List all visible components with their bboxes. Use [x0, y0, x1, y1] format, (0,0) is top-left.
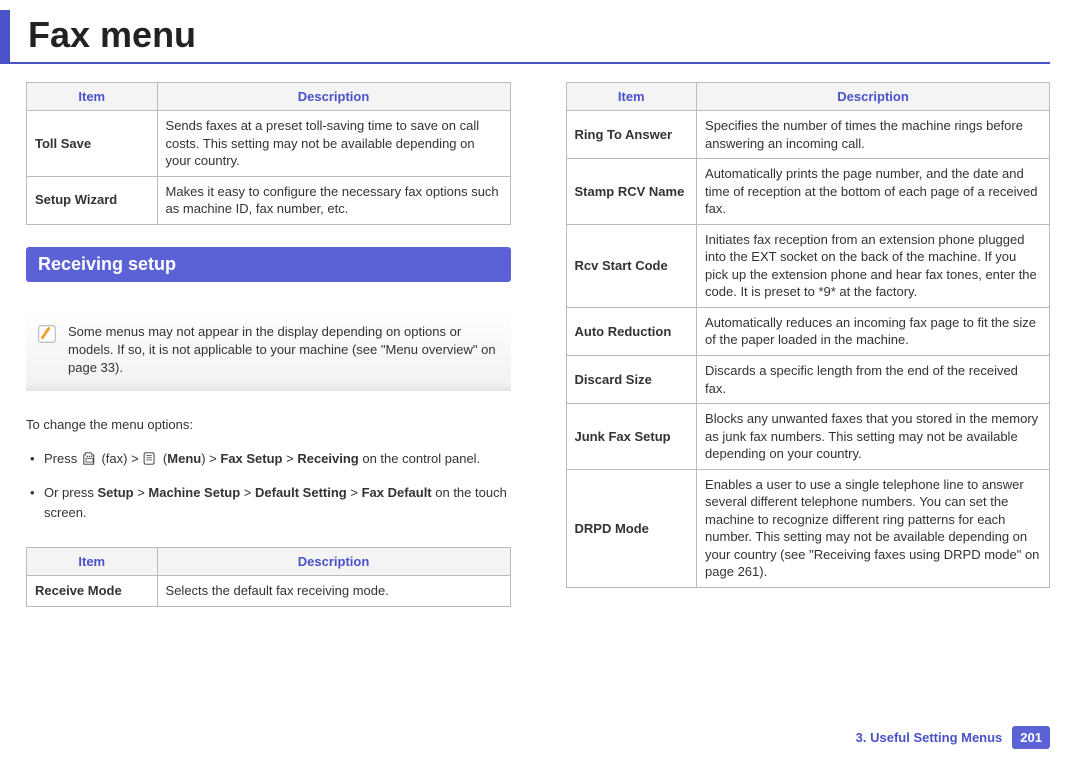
cell-item: Rcv Start Code: [566, 224, 697, 307]
table-left-bottom: Item Description Receive Mode Selects th…: [26, 547, 511, 607]
table-row: Ring To AnswerSpecifies the number of ti…: [566, 111, 1050, 159]
step-text: >: [134, 485, 149, 500]
cell-desc: Sends faxes at a preset toll-saving time…: [157, 111, 510, 177]
step-text: >: [240, 485, 255, 500]
cell-item: Stamp RCV Name: [566, 159, 697, 225]
table-right: Item Description Ring To AnswerSpecifies…: [566, 82, 1051, 588]
step-bold: Menu: [167, 451, 201, 466]
col-header-desc: Description: [157, 548, 510, 576]
table-row: Junk Fax SetupBlocks any unwanted faxes …: [566, 404, 1050, 470]
step-bold: Fax Default: [362, 485, 432, 500]
step-item: Or press Setup > Machine Setup > Default…: [28, 483, 511, 523]
section-heading: Receiving setup: [26, 247, 511, 282]
table-row: Discard SizeDiscards a specific length f…: [566, 356, 1050, 404]
cell-item: Discard Size: [566, 356, 697, 404]
footer-chapter: 3. Useful Setting Menus: [856, 730, 1003, 745]
table-top: Item Description Toll Save Sends faxes a…: [26, 82, 511, 225]
page-footer: 3. Useful Setting Menus 201: [856, 726, 1050, 749]
cell-desc: Makes it easy to configure the necessary…: [157, 176, 510, 224]
cell-desc: Blocks any unwanted faxes that you store…: [697, 404, 1050, 470]
step-bold: Setup: [97, 485, 133, 500]
col-header-desc: Description: [697, 83, 1050, 111]
cell-desc: Selects the default fax receiving mode.: [157, 576, 510, 607]
col-header-desc: Description: [157, 83, 510, 111]
cell-desc: Initiates fax reception from an extensio…: [697, 224, 1050, 307]
note-box: Some menus may not appear in the display…: [26, 310, 511, 392]
step-item: Press (fax) > (Menu) > Fax Setup > Recei…: [28, 449, 511, 469]
note-icon: [36, 323, 58, 345]
instruction-intro: To change the menu options:: [26, 415, 511, 435]
step-text: Press: [44, 451, 81, 466]
cell-desc: Specifies the number of times the machin…: [697, 111, 1050, 159]
step-bold: Receiving: [297, 451, 358, 466]
cell-item: Receive Mode: [27, 576, 158, 607]
table-row: Auto ReductionAutomatically reduces an i…: [566, 307, 1050, 355]
step-bold: Fax Setup: [220, 451, 282, 466]
cell-desc: Enables a user to use a single telephone…: [697, 469, 1050, 587]
step-bold: Default Setting: [255, 485, 347, 500]
table-row: Rcv Start CodeInitiates fax reception fr…: [566, 224, 1050, 307]
step-text: ) >: [201, 451, 220, 466]
cell-desc: Discards a specific length from the end …: [697, 356, 1050, 404]
table-row: Setup Wizard Makes it easy to configure …: [27, 176, 511, 224]
step-bold: Machine Setup: [148, 485, 240, 500]
left-column: Item Description Toll Save Sends faxes a…: [26, 82, 511, 629]
cell-desc: Automatically reduces an incoming fax pa…: [697, 307, 1050, 355]
col-header-item: Item: [27, 83, 158, 111]
menu-icon: [142, 450, 159, 467]
col-header-item: Item: [566, 83, 697, 111]
cell-item: Ring To Answer: [566, 111, 697, 159]
note-text: Some menus may not appear in the display…: [68, 323, 503, 378]
page-title: Fax menu: [18, 10, 1050, 62]
cell-item: Toll Save: [27, 111, 158, 177]
cell-item: Junk Fax Setup: [566, 404, 697, 470]
step-text: Or press: [44, 485, 97, 500]
col-header-item: Item: [27, 548, 158, 576]
cell-desc: Automatically prints the page number, an…: [697, 159, 1050, 225]
cell-item: Auto Reduction: [566, 307, 697, 355]
cell-item: DRPD Mode: [566, 469, 697, 587]
step-text: (fax) >: [101, 451, 142, 466]
right-column: Item Description Ring To AnswerSpecifies…: [566, 82, 1051, 629]
step-text: >: [347, 485, 362, 500]
table-row: Receive Mode Selects the default fax rec…: [27, 576, 511, 607]
table-row: DRPD Mode Enables a user to use a single…: [566, 469, 1050, 587]
step-text: on the control panel.: [359, 451, 480, 466]
footer-page-number: 201: [1012, 726, 1050, 749]
cell-item: Setup Wizard: [27, 176, 158, 224]
table-row: Stamp RCV NameAutomatically prints the p…: [566, 159, 1050, 225]
fax-icon: [81, 450, 98, 467]
step-text: >: [283, 451, 298, 466]
table-row: Toll Save Sends faxes at a preset toll-s…: [27, 111, 511, 177]
